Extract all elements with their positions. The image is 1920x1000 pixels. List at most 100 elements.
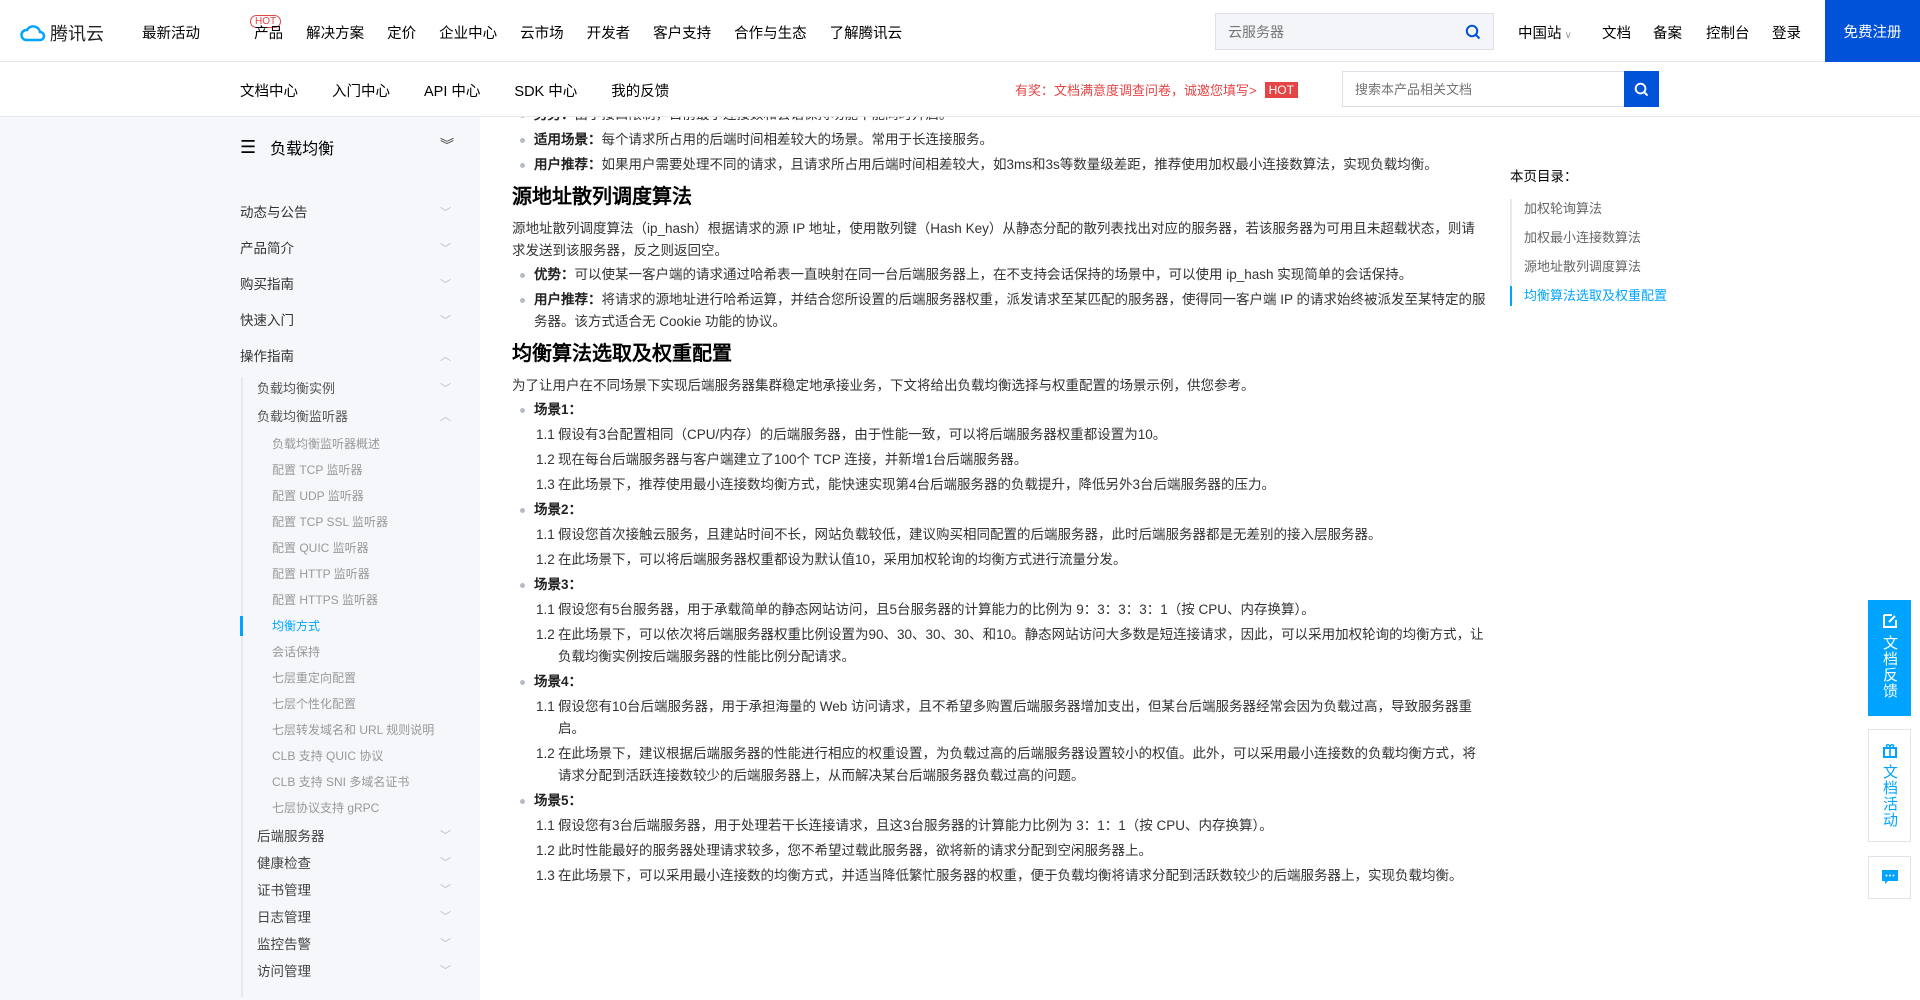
scenario-step: 1.1 假设您首次接触云服务，且建站时间不长，网站负载较低，建议购买相同配置的后端… [512, 524, 1487, 546]
scenario-label: 场景5： [534, 793, 583, 808]
sidebar-item[interactable]: 购买指南 ﹀ [0, 267, 480, 303]
chevron-down-icon[interactable]: ﹀ [440, 303, 451, 339]
chevron-down-icon[interactable]: ﹀ [440, 850, 451, 877]
sidebar-item-label: 日志管理 [257, 910, 311, 925]
hot-badge: HOT [1264, 81, 1298, 98]
doc-search-input[interactable] [1342, 71, 1624, 107]
sidebar-item[interactable]: 健康检查 ﹀ [0, 850, 480, 877]
sidebar-item[interactable]: 配置 HTTPS 监听器 [0, 587, 480, 613]
register-button[interactable]: 免费注册 [1825, 0, 1920, 62]
top-navbar: 腾讯云 最新活动HOT 产品 解决方案 定价 企业中心 云市场 开发者 客户支持 合作与生态 了解… [0, 0, 1920, 62]
doc-search[interactable] [1342, 71, 1659, 107]
sidebar-header[interactable]: ☰ 负载均衡 [240, 135, 334, 159]
sidebar-item[interactable]: 配置 TCP 监听器 [0, 457, 480, 483]
sidebar-item[interactable]: 配置 HTTP 监听器 [0, 561, 480, 587]
chevron-down-icon[interactable]: ﹀ [440, 231, 451, 267]
link-console[interactable]: 控制台 [1706, 22, 1750, 43]
nav-item[interactable]: 定价 [387, 22, 416, 43]
tencent-cloud-logo[interactable]: 腾讯云 [20, 20, 104, 46]
bullet-item: 用户推荐：将请求的源地址进行哈希运算，并结合您所设置的后端服务器权重，派发请求至… [512, 289, 1487, 333]
doc-search-button[interactable] [1624, 71, 1659, 107]
gift-icon [1882, 743, 1897, 758]
nav-item[interactable]: 最新活动HOT [142, 15, 282, 43]
chat-button[interactable] [1868, 856, 1911, 899]
sidebar-item-label: 产品简介 [240, 241, 294, 256]
subnav-item[interactable]: 文档中心 [240, 80, 298, 101]
nav-item[interactable]: 企业中心 [439, 22, 497, 43]
toc-item[interactable]: 均衡算法选取及权重配置 [1510, 286, 1810, 306]
survey-link[interactable]: 有奖：文档满意度调查问卷，诚邀您填写> HOT [1015, 80, 1298, 99]
subnav-item[interactable]: SDK 中心 [514, 80, 577, 101]
chevron-down-icon[interactable]: ﹀ [440, 823, 451, 850]
chevron-down-icon[interactable]: ﹀ [440, 267, 451, 303]
sidebar-item[interactable]: 配置 TCP SSL 监听器 [0, 509, 480, 535]
step-number: 1.1 [536, 818, 555, 833]
doc-activity-button[interactable]: 文档活动 [1868, 729, 1911, 842]
doc-subnav: 文档中心 入门中心 API 中心 SDK 中心 我的反馈 [240, 80, 669, 101]
sidebar-item[interactable]: 七层重定向配置 [0, 665, 480, 691]
search-icon[interactable] [1465, 24, 1481, 40]
sidebar-item[interactable]: 会话保持 [0, 639, 480, 665]
global-search[interactable] [1215, 13, 1494, 50]
nav-item[interactable]: 解决方案 [306, 22, 364, 43]
nav-item[interactable]: 客户支持 [653, 22, 711, 43]
subnav-item[interactable]: 入门中心 [332, 80, 390, 101]
subnav-item[interactable]: 我的反馈 [611, 80, 669, 101]
sidebar-item[interactable]: 负载均衡实例 ﹀ [0, 375, 480, 403]
bullet-label: 用户推荐： [534, 292, 602, 307]
global-search-input[interactable] [1228, 23, 1448, 40]
sidebar-item[interactable]: CLB 支持 SNI 多域名证书 [0, 769, 480, 795]
scenario-title: 场景2： [512, 499, 1487, 521]
sidebar-item[interactable]: 产品简介 ﹀ [0, 231, 480, 267]
sidebar-item-label: 配置 UDP 监听器 [272, 489, 364, 503]
sidebar-item[interactable]: 七层协议支持 gRPC [0, 795, 480, 821]
chevron-down-icon[interactable]: ﹀ [440, 958, 451, 985]
sidebar-item[interactable]: 操作指南 ︿ [0, 339, 480, 375]
sidebar-item[interactable]: 快速入门 ﹀ [0, 303, 480, 339]
sidebar-item[interactable]: 后端服务器 ﹀ [0, 823, 480, 850]
sidebar-item[interactable]: 负载均衡监听器概述 [0, 431, 480, 457]
sidebar-item[interactable]: 证书管理 ﹀ [0, 877, 480, 904]
nav-item[interactable]: 了解腾讯云 [830, 22, 903, 43]
toc-item[interactable]: 源地址散列调度算法 [1524, 257, 1810, 277]
nav-item[interactable]: 开发者 [587, 22, 631, 43]
step-text: 在此场景下，可以采用最小连接数的均衡方式，并适当降低繁忙服务器的权重，便于负载均… [558, 868, 1463, 883]
sidebar-item-label: 购买指南 [240, 277, 294, 292]
bullet-text: 如果用户需要处理不同的请求，且请求所占用后端时间相差较大，如3ms和3s等数量级… [601, 157, 1438, 172]
subnav-item[interactable]: API 中心 [424, 80, 480, 101]
sidebar-item[interactable]: 配置 UDP 监听器 [0, 483, 480, 509]
nav-item[interactable]: 产品 [254, 22, 283, 43]
sidebar-item[interactable]: 动态与公告 ﹀ [0, 195, 480, 231]
search-icon [1634, 82, 1649, 96]
step-number: 1.2 [536, 552, 555, 567]
sidebar-item[interactable]: 配置 QUIC 监听器 [0, 535, 480, 561]
sidebar-item-label: 动态与公告 [240, 205, 308, 220]
chevron-down-icon[interactable]: ﹀ [440, 931, 451, 958]
sidebar-item[interactable]: 日志管理 ﹀ [0, 904, 480, 931]
collapse-double-chevron-icon[interactable]: ︾ [440, 135, 454, 155]
step-text: 假设有3台配置相同（CPU/内存）的后端服务器，由于性能一致，可以将后端服务器权… [558, 427, 1167, 442]
region-selector[interactable]: 中国站 ∨ [1518, 22, 1572, 43]
chevron-down-icon[interactable]: ﹀ [440, 877, 451, 904]
sidebar-item[interactable]: CLB 支持 QUIC 协议 [0, 743, 480, 769]
chevron-up-icon[interactable]: ︿ [440, 339, 451, 375]
chevron-down-icon[interactable]: ﹀ [440, 375, 451, 403]
step-text: 假设您有10台后端服务器，用于承担海量的 Web 访问请求，且不希望多购置后端服… [558, 699, 1473, 736]
sidebar-item[interactable]: 监控告警 ﹀ [0, 931, 480, 958]
chevron-down-icon[interactable]: ﹀ [440, 904, 451, 931]
nav-item[interactable]: 云市场 [520, 22, 564, 43]
sidebar-item[interactable]: 七层个性化配置 [0, 691, 480, 717]
nav-item[interactable]: 合作与生态 [734, 22, 807, 43]
link-filing[interactable]: 备案 [1653, 22, 1682, 43]
sidebar-item[interactable]: 均衡方式 [0, 613, 480, 639]
chevron-up-icon[interactable]: ︿ [440, 403, 451, 431]
sidebar-item[interactable]: 负载均衡监听器 ︿ [0, 403, 480, 431]
toc-item[interactable]: 加权最小连接数算法 [1524, 228, 1810, 248]
link-docs[interactable]: 文档 [1602, 22, 1631, 43]
sidebar-item[interactable]: 访问管理 ﹀ [0, 958, 480, 985]
toc-item[interactable]: 加权轮询算法 [1524, 199, 1810, 219]
chevron-down-icon[interactable]: ﹀ [440, 195, 451, 231]
doc-feedback-button[interactable]: 文档反馈 [1868, 600, 1911, 716]
sidebar-item[interactable]: 七层转发域名和 URL 规则说明 [0, 717, 480, 743]
link-login[interactable]: 登录 [1772, 22, 1801, 43]
